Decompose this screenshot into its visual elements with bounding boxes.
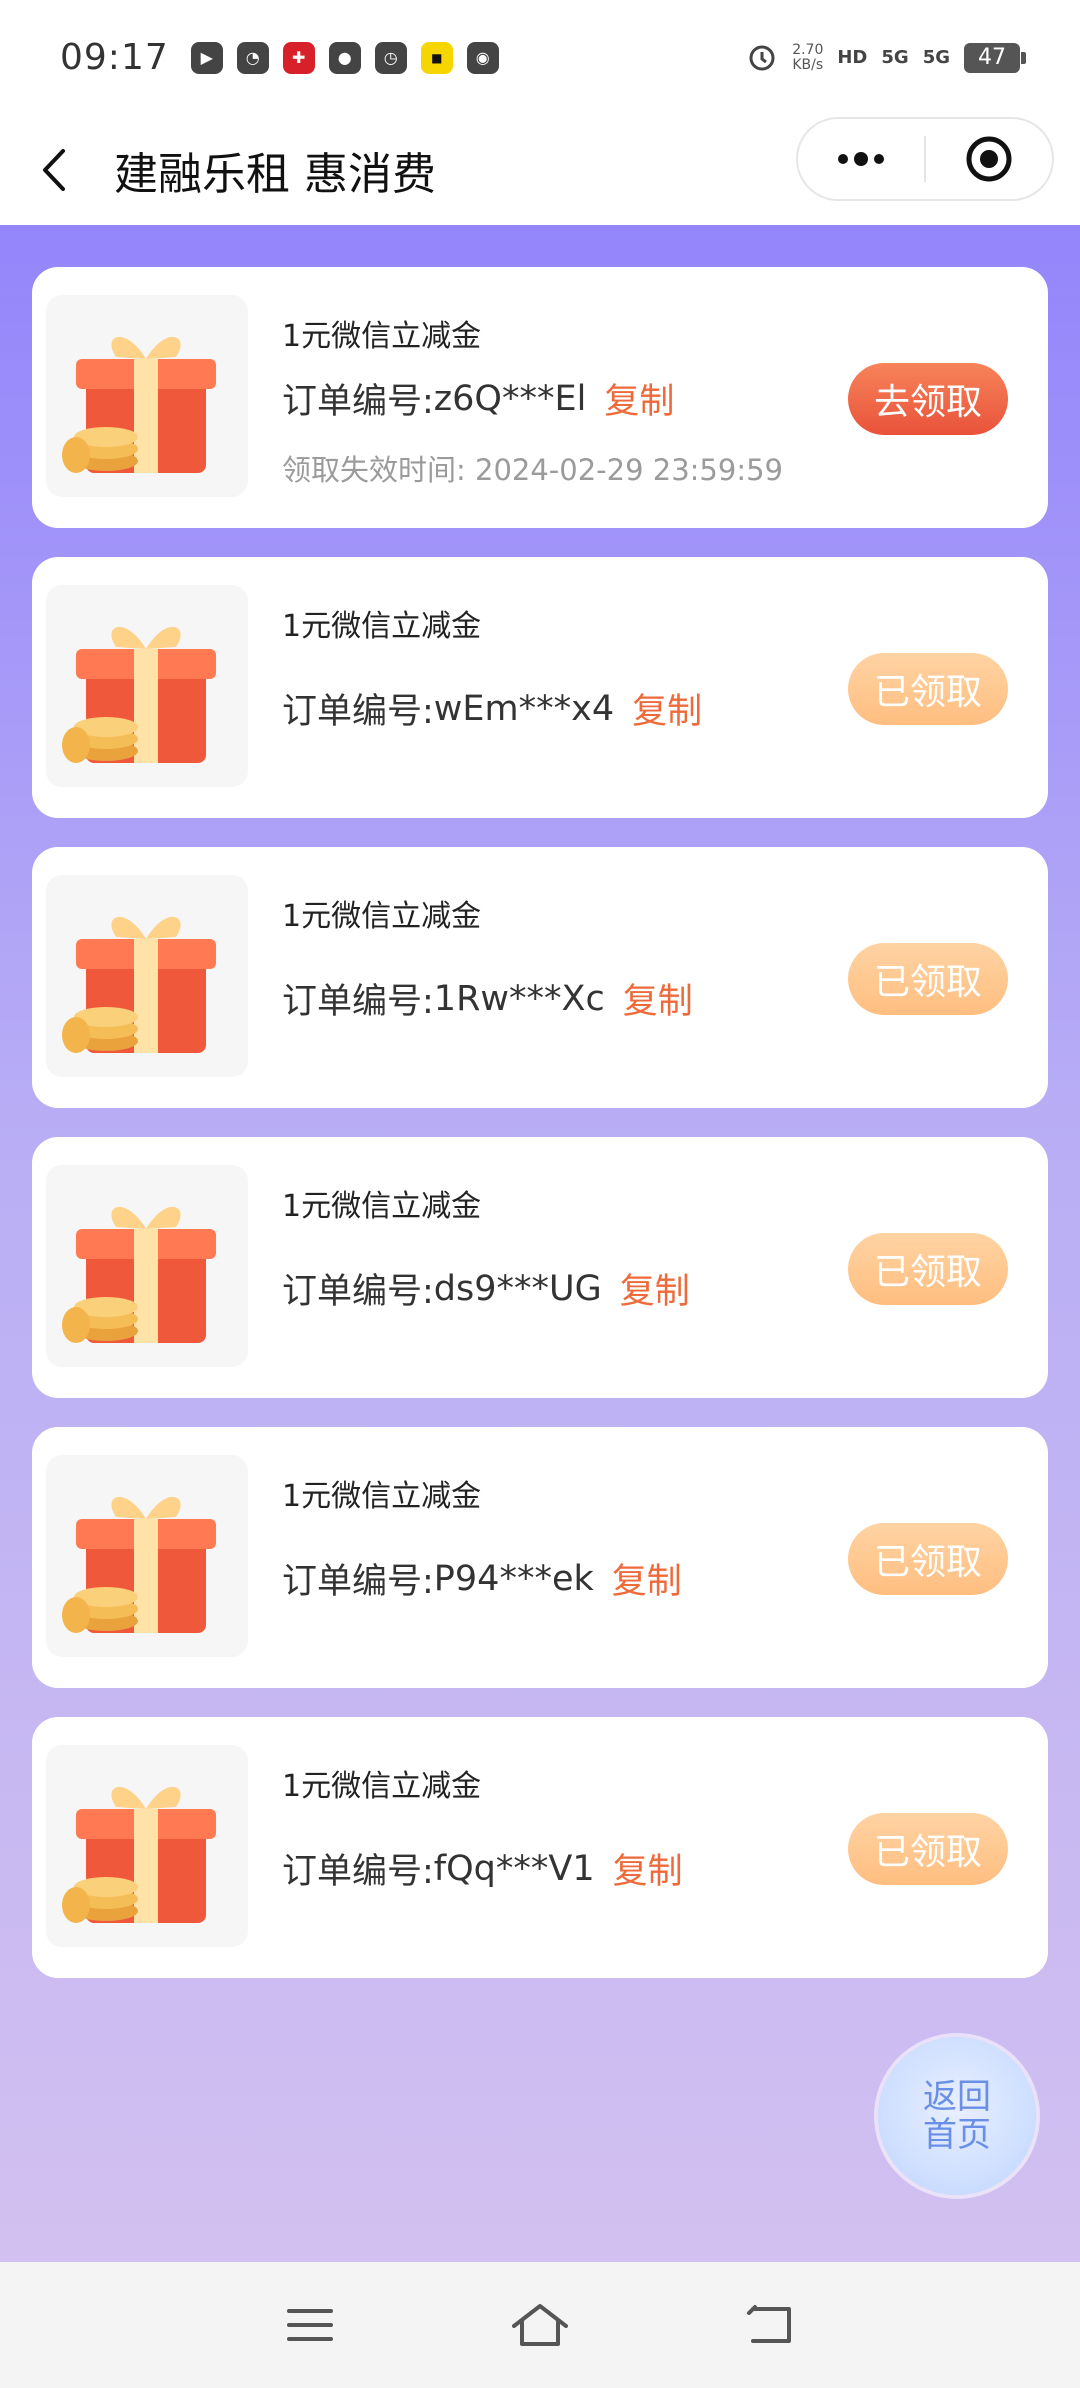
coupon-title: 1元微信立减金: [282, 899, 482, 934]
network-speed-unit: KB/s: [792, 56, 824, 73]
play-icon: ▶: [190, 41, 223, 74]
gift-box-image: [46, 1745, 248, 1947]
target-icon: [966, 136, 1012, 182]
system-nav-bar: [0, 2262, 1080, 2388]
claimed-button[interactable]: 已领取: [848, 1813, 1008, 1885]
gift-box-image: [46, 1455, 248, 1657]
order-number-value: wEm***x4: [433, 688, 615, 729]
claimed-button[interactable]: 已领取: [848, 943, 1008, 1015]
menu-icon: [287, 2309, 333, 2341]
order-number-line: 订单编号: ds9***UG 复制: [282, 1263, 690, 1314]
claimed-button[interactable]: 已领取: [848, 653, 1008, 725]
back-icon: [747, 2305, 791, 2343]
more-icon: [838, 152, 884, 166]
close-miniprogram-button[interactable]: [926, 119, 1052, 199]
copy-button[interactable]: 复制: [620, 1263, 690, 1314]
return-home-button[interactable]: 返回 首页: [878, 2037, 1036, 2195]
coupon-card: 1元微信立减金 订单编号: 1Rw***Xc 复制 已领取: [32, 847, 1048, 1108]
menu-nav-button[interactable]: [275, 2290, 345, 2360]
order-number-value: z6Q***El: [433, 378, 587, 419]
coupon-card: 1元微信立减金 订单编号: fQq***V1 复制 已领取: [32, 1717, 1048, 1978]
coupon-title: 1元微信立减金: [282, 319, 482, 354]
network-speed: 2.70 KB/s: [792, 41, 824, 73]
gift-box-image: [46, 875, 248, 1077]
return-home-line1: 返回: [923, 2077, 991, 2117]
coupon-card: 1元微信立减金 订单编号: wEm***x4 复制 已领取: [32, 557, 1048, 818]
coupon-title: 1元微信立减金: [282, 1479, 482, 1514]
order-number-label: 订单编号:: [282, 1272, 434, 1312]
page-title: 建融乐租 惠消费: [114, 149, 436, 200]
copy-button[interactable]: 复制: [604, 373, 674, 424]
order-number-label: 订单编号:: [282, 1562, 434, 1602]
order-number-value: P94***ek: [433, 1558, 594, 1599]
order-number-value: ds9***UG: [433, 1268, 602, 1309]
yellow-app-icon: ■: [420, 41, 453, 74]
alarm-icon: [746, 40, 778, 76]
battery-icon: 47: [964, 42, 1026, 73]
battery-level: 47: [978, 45, 1006, 70]
order-number-line: 订单编号: wEm***x4 复制: [282, 683, 702, 734]
home-icon: [512, 2304, 568, 2346]
more-button[interactable]: [798, 119, 924, 199]
order-number-label: 订单编号:: [282, 692, 434, 732]
gift-box-image: [46, 295, 248, 497]
coupon-card: 1元微信立减金 订单编号: ds9***UG 复制 已领取: [32, 1137, 1048, 1398]
order-number-value: 1Rw***Xc: [433, 978, 605, 1019]
copy-button[interactable]: 复制: [612, 1553, 682, 1604]
network-speed-value: 2.70: [792, 41, 824, 58]
order-number-label: 订单编号:: [282, 382, 434, 422]
coupon-card: 1元微信立减金 订单编号: P94***ek 复制 已领取: [32, 1427, 1048, 1688]
copy-button[interactable]: 复制: [632, 683, 702, 734]
order-number-label: 订单编号:: [282, 1852, 434, 1892]
coupon-title: 1元微信立减金: [282, 1769, 482, 1804]
compass-icon: ◷: [374, 41, 407, 74]
back-button[interactable]: [0, 115, 110, 225]
hd-icon: HD: [837, 47, 868, 68]
status-app-icons: ▶ ◔ ✚ ● ◷ ■ ◉: [190, 41, 499, 74]
status-time: 09:17: [60, 37, 169, 78]
home-nav-button[interactable]: [505, 2290, 575, 2360]
coupon-list: 1元微信立减金 订单编号: z6Q***El 复制 领取失效时间: 2024-0…: [0, 225, 1080, 2262]
claim-button[interactable]: 去领取: [848, 363, 1008, 435]
expire-time: 领取失效时间: 2024-02-29 23:59:59: [282, 453, 783, 487]
gift-box-image: [46, 1165, 248, 1367]
claimed-button[interactable]: 已领取: [848, 1233, 1008, 1305]
miniprogram-capsule: [796, 117, 1054, 201]
back-nav-button[interactable]: [735, 2290, 805, 2360]
title-bar: 建融乐租 惠消费: [0, 115, 1080, 225]
order-number-line: 订单编号: P94***ek 复制: [282, 1553, 682, 1604]
copy-button[interactable]: 复制: [613, 1843, 683, 1894]
coupon-title: 1元微信立减金: [282, 1189, 482, 1224]
status-indicators: 2.70 KB/s HD 5G 5G 47: [746, 40, 1026, 76]
order-number-line: 订单编号: z6Q***El 复制: [282, 373, 674, 424]
status-bar: 09:17 ▶ ◔ ✚ ● ◷ ■ ◉ 2.70 KB/s HD 5G 5G 4…: [0, 0, 1080, 115]
coupon-card: 1元微信立减金 订单编号: z6Q***El 复制 领取失效时间: 2024-0…: [32, 267, 1048, 528]
ghost-icon: ◔: [236, 41, 269, 74]
order-number-label: 订单编号:: [282, 982, 434, 1022]
copy-button[interactable]: 复制: [623, 973, 693, 1024]
coupon-title: 1元微信立减金: [282, 609, 482, 644]
signal-5g-icon-1: 5G: [881, 47, 909, 68]
gift-box-image: [46, 585, 248, 787]
wechat-icon: ●: [328, 41, 361, 74]
claimed-button[interactable]: 已领取: [848, 1523, 1008, 1595]
return-home-line2: 首页: [923, 2115, 991, 2155]
pinduoduo-icon: ✚: [282, 41, 315, 74]
signal-5g-icon-2: 5G: [922, 47, 950, 68]
uc-icon: ◉: [466, 41, 499, 74]
chevron-left-icon: [43, 149, 65, 191]
order-number-line: 订单编号: fQq***V1 复制: [282, 1843, 683, 1894]
order-number-line: 订单编号: 1Rw***Xc 复制: [282, 973, 693, 1024]
order-number-value: fQq***V1: [433, 1848, 595, 1889]
